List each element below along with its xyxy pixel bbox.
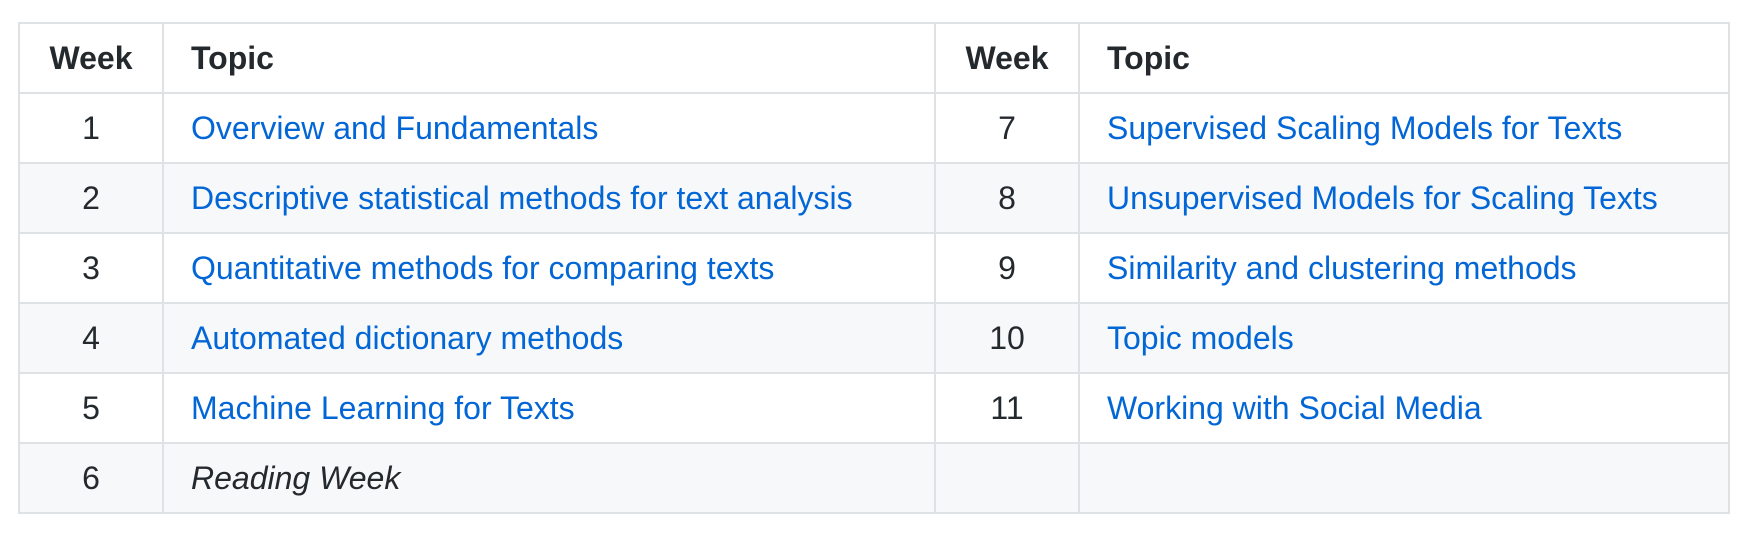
week-number-cell: 7: [934, 92, 1080, 164]
topic-link[interactable]: Quantitative methods for comparing texts: [191, 250, 774, 286]
header-week-left: Week: [18, 22, 164, 94]
table-row: 3 Quantitative methods for comparing tex…: [18, 232, 1730, 304]
week-number-cell: 6: [18, 442, 164, 514]
header-topic-left: Topic: [162, 22, 936, 94]
week-number-cell: 5: [18, 372, 164, 444]
topic-cell: Automated dictionary methods: [162, 302, 936, 374]
topic-cell: Topic models: [1078, 302, 1730, 374]
topic-link[interactable]: Working with Social Media: [1107, 390, 1482, 426]
topic-cell: Similarity and clustering methods: [1078, 232, 1730, 304]
topic-link[interactable]: Similarity and clustering methods: [1107, 250, 1577, 286]
topic-cell: Overview and Fundamentals: [162, 92, 936, 164]
topic-link[interactable]: Topic models: [1107, 320, 1294, 356]
table-row: 4 Automated dictionary methods 10 Topic …: [18, 302, 1730, 374]
topic-link[interactable]: Overview and Fundamentals: [191, 110, 598, 146]
table-row: 1 Overview and Fundamentals 7 Supervised…: [18, 92, 1730, 164]
week-number-cell: 11: [934, 372, 1080, 444]
topic-cell: Descriptive statistical methods for text…: [162, 162, 936, 234]
header-topic-right: Topic: [1078, 22, 1730, 94]
topic-link[interactable]: Supervised Scaling Models for Texts: [1107, 110, 1622, 146]
week-number-cell: 1: [18, 92, 164, 164]
week-number-cell-empty: [934, 442, 1080, 514]
week-number-cell: 8: [934, 162, 1080, 234]
topic-link[interactable]: Descriptive statistical methods for text…: [191, 180, 853, 216]
topic-cell: Working with Social Media: [1078, 372, 1730, 444]
week-number-cell: 4: [18, 302, 164, 374]
topic-cell: Quantitative methods for comparing texts: [162, 232, 936, 304]
week-number-cell: 9: [934, 232, 1080, 304]
header-week-right: Week: [934, 22, 1080, 94]
topic-cell: Reading Week: [162, 442, 936, 514]
table-row: 6 Reading Week: [18, 442, 1730, 514]
topic-text-reading-week: Reading Week: [191, 460, 401, 496]
schedule-table: Week Topic Week Topic 1 Overview and Fun…: [18, 22, 1730, 514]
topic-cell-empty: [1078, 442, 1730, 514]
table-header-row: Week Topic Week Topic: [18, 22, 1730, 94]
topic-cell: Unsupervised Models for Scaling Texts: [1078, 162, 1730, 234]
schedule-table-container: Week Topic Week Topic 1 Overview and Fun…: [18, 22, 1730, 514]
week-number-cell: 10: [934, 302, 1080, 374]
topic-link[interactable]: Machine Learning for Texts: [191, 390, 575, 426]
week-number-cell: 2: [18, 162, 164, 234]
topic-link[interactable]: Unsupervised Models for Scaling Texts: [1107, 180, 1658, 216]
topic-cell: Machine Learning for Texts: [162, 372, 936, 444]
table-row: 5 Machine Learning for Texts 11 Working …: [18, 372, 1730, 444]
week-number-cell: 3: [18, 232, 164, 304]
table-row: 2 Descriptive statistical methods for te…: [18, 162, 1730, 234]
topic-link[interactable]: Automated dictionary methods: [191, 320, 623, 356]
topic-cell: Supervised Scaling Models for Texts: [1078, 92, 1730, 164]
